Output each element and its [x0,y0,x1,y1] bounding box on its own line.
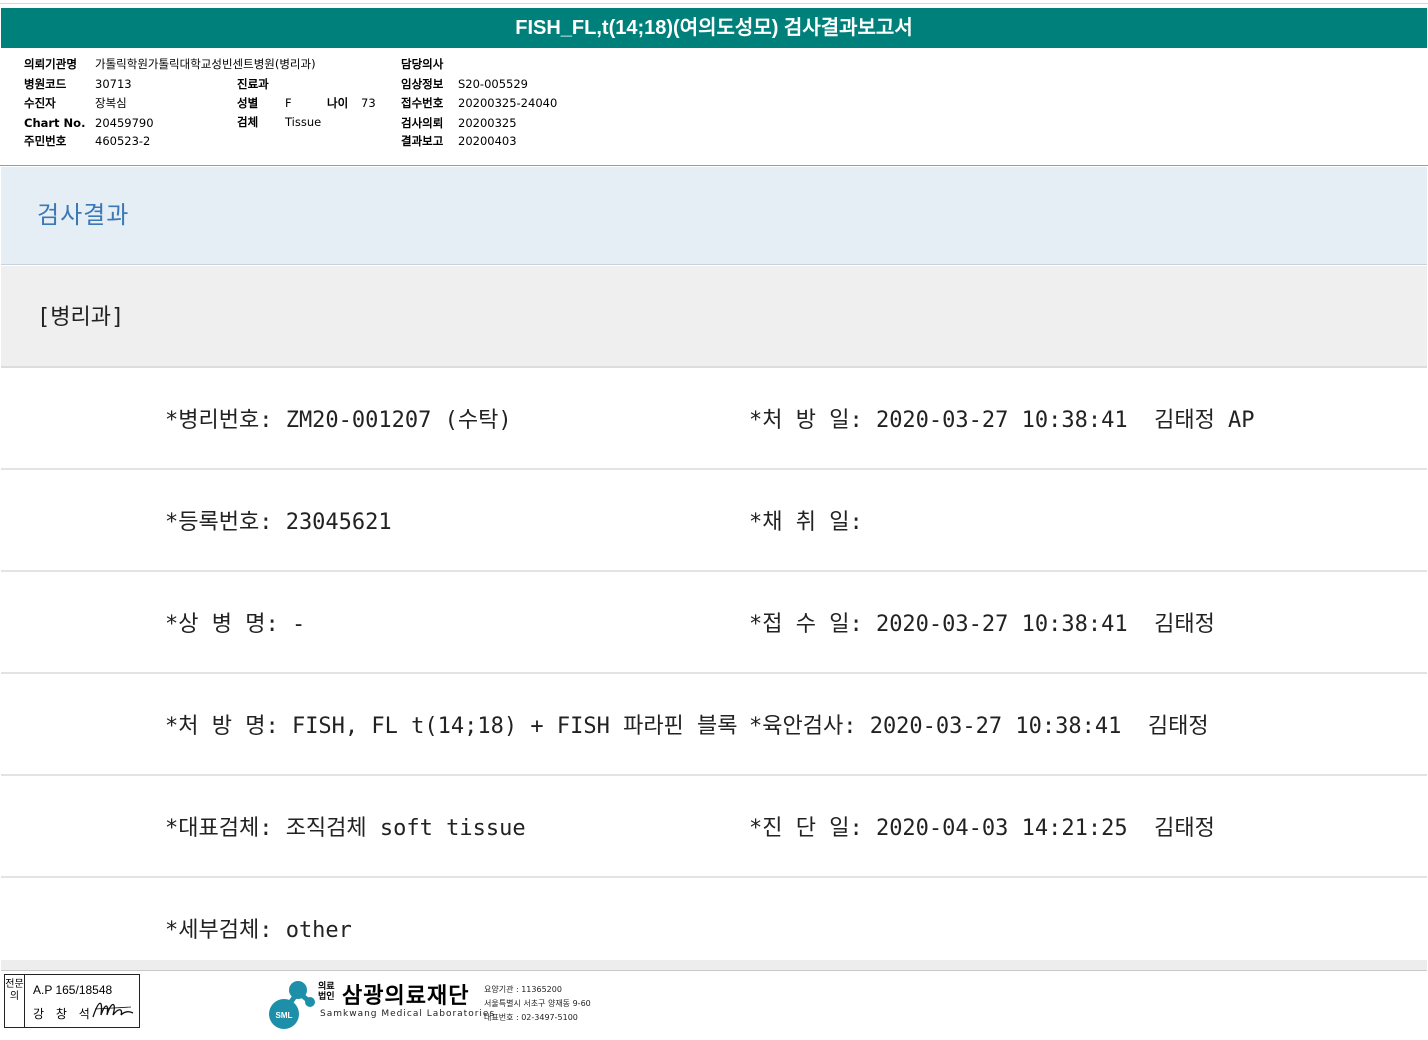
hospital-code-value: 30713 [95,77,132,91]
results-section-title: 검사결과 [37,201,130,229]
age-label: 나이 [327,96,349,110]
logo-name: 삼광의료재단 [342,984,470,1009]
collection-date: *채 취 일: [749,510,863,535]
patient-info-header: 의뢰기관명 가톨릭학원가톨릭대학교성빈센트병원(병리과) 병원코드 30713 … [0,50,1428,166]
sex-value: F [285,96,292,110]
logo-english-name: Samkwang Medical Laboratories [320,1009,496,1019]
clinical-info-value: S20-005529 [458,77,528,91]
institution-label: 의뢰기관명 [24,57,77,71]
sml-logo-icon: SML [269,981,315,1029]
signature-icon [92,1002,134,1018]
institution-value: 가톨릭학원가톨릭대학교성빈센트병원(병리과) [95,57,316,71]
report-footer: 전문의 A.P 165/18548 강 창 석 SML 의료 법인 삼광의료재단… [0,972,1428,1040]
report-date-label: 결과보고 [401,134,444,148]
logo-badge-text: SML [276,1011,293,1020]
specimen-value: Tissue [285,115,322,129]
result-row: *병리번호: ZM20-001207 (수탁) *처 방 일: 2020-03-… [1,368,1427,470]
department-header: [병리과] [1,266,1427,368]
samkwang-logo: SML 의료 법인 삼광의료재단 Samkwang Medical Labora… [268,976,598,1032]
diagnosis-date: *진 단 일: 2020-04-03 14:21:25 김태정 [749,816,1215,841]
representative-specimen: *대표검체: 조직검체 soft tissue [165,816,526,841]
patient-value: 장복심 [95,96,127,110]
logo-corp-label: 의료 법인 [318,982,335,1002]
stamp-name: 강 창 석 [33,1007,94,1021]
pathologist-stamp: 전문의 A.P 165/18548 강 창 석 [4,974,140,1028]
stamp-license: A.P 165/18548 [33,983,113,997]
specimen-label: 검체 [237,115,259,129]
prescription-name: *처 방 명: FISH, FL t(14;18) + FISH 파라핀 블록 [165,714,738,739]
request-date-label: 검사의뢰 [401,116,444,130]
department-title: [병리과] [37,305,125,330]
gross-exam-date: *육안검사: 2020-03-27 10:38:41 김태정 [749,714,1209,739]
result-row: *대표검체: 조직검체 soft tissue *진 단 일: 2020-04-… [1,776,1427,878]
result-row: *세부검체: other [1,878,1427,969]
result-row: *등록번호: 23045621 *채 취 일: [1,470,1427,572]
doctor-label: 담당의사 [401,57,444,71]
result-rows: *병리번호: ZM20-001207 (수탁) *처 방 일: 2020-03-… [1,368,1427,969]
stamp-side-label: 전문의 [5,975,25,1027]
diagnosis-name: *상 병 명: - [165,612,306,637]
report-title: FISH_FL,t(14;18)(여의도성모) 검사결과보고서 [1,8,1427,48]
report-date-value: 20200403 [458,134,517,148]
request-date-value: 20200325 [458,116,517,130]
receipt-no-value: 20200325-24040 [458,96,558,110]
sex-label: 성별 [237,96,259,110]
phone-number: 대표번호 : 02-3497-5100 [484,1013,578,1022]
receipt-no-label: 접수번호 [401,96,444,110]
patient-label: 수진자 [24,96,56,110]
registration-number: *등록번호: 23045621 [165,510,392,535]
department-label: 진료과 [237,77,269,91]
receipt-date: *접 수 일: 2020-03-27 10:38:41 김태정 [749,612,1215,637]
logo-contact-info: 요양기관 : 11365200 서울특별시 서초구 양재동 9-60 대표번호 … [484,983,591,1025]
institution-code: 요양기관 : 11365200 [484,985,562,994]
hospital-code-label: 병원코드 [24,77,67,91]
age-value: 73 [361,96,376,110]
detailed-specimen: *세부검체: other [165,918,352,943]
resident-no-value: 460523-2 [95,134,151,148]
chart-no-label: Chart No. [24,116,86,130]
clinical-info-label: 임상정보 [401,77,444,91]
top-border [0,0,1428,4]
chart-no-value: 20459790 [95,116,154,130]
result-row: *상 병 명: - *접 수 일: 2020-03-27 10:38:41 김태… [1,572,1427,674]
results-section-header: 검사결과 [1,167,1427,265]
pathology-number: *병리번호: ZM20-001207 (수탁) [165,408,512,433]
bottom-divider [1,960,1427,971]
result-row: *처 방 명: FISH, FL t(14;18) + FISH 파라핀 블록 … [1,674,1427,776]
address: 서울특별시 서초구 양재동 9-60 [484,999,591,1008]
prescription-date: *처 방 일: 2020-03-27 10:38:41 김태정 AP [749,408,1255,433]
resident-no-label: 주민번호 [24,134,67,148]
